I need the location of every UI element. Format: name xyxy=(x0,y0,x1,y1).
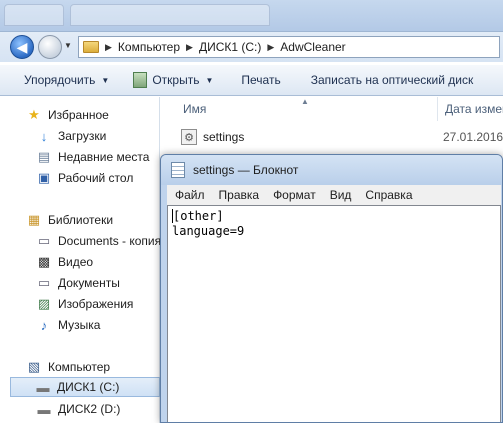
menu-format[interactable]: Формат xyxy=(273,188,316,202)
nav-disk2-label: ДИСК2 (D:) xyxy=(58,402,121,416)
chevron-down-icon: ▼ xyxy=(205,75,214,85)
address-bar[interactable]: ▶ Компьютер ▶ ДИСК1 (C:) ▶ AdwCleaner xyxy=(78,36,500,58)
back-arrow-icon: ◀ xyxy=(16,38,28,55)
notepad-title-bar[interactable]: settings — Блокнот xyxy=(161,155,502,185)
computer-icon: ▧ xyxy=(27,359,41,374)
forward-button[interactable] xyxy=(38,35,62,59)
chevron-right-icon[interactable]: ▶ xyxy=(186,42,193,53)
open-button[interactable]: Открыть ▼ xyxy=(133,72,213,88)
navigation-pane: ★ Избранное ↓ Загрузки ▤ Недавние места … xyxy=(0,97,161,423)
notepad-icon xyxy=(171,162,185,178)
burn-label: Записать на оптический диск xyxy=(310,73,474,87)
history-dropdown-icon[interactable]: ▼ xyxy=(64,41,72,50)
document-icon: ▭ xyxy=(37,275,51,290)
file-row[interactable]: ⚙ settings xyxy=(181,127,244,147)
nav-libraries-label: Библиотеки xyxy=(48,213,114,227)
nav-desktop[interactable]: ▣ Рабочий стол xyxy=(36,168,133,188)
nav-video-label: Видео xyxy=(58,255,94,269)
chevron-right-icon[interactable]: ▶ xyxy=(267,42,274,53)
breadcrumb-disk1[interactable]: ДИСК1 (C:) xyxy=(199,40,261,54)
nav-documents-copy[interactable]: ▭ Documents - копия xyxy=(36,231,161,251)
nav-favorites-label: Избранное xyxy=(48,108,109,122)
nav-images[interactable]: ▨ Изображения xyxy=(36,294,134,314)
chevron-down-icon: ▼ xyxy=(101,75,110,85)
video-icon: ▩ xyxy=(37,254,51,269)
nav-computer-label: Компьютер xyxy=(48,360,111,374)
downloads-icon: ↓ xyxy=(40,128,48,144)
file-date: 27.01.2016 1 xyxy=(443,130,503,144)
file-name: settings xyxy=(203,130,245,144)
back-button[interactable]: ◀ xyxy=(10,35,34,59)
nav-disk2[interactable]: ▬ ДИСК2 (D:) xyxy=(36,399,121,419)
nav-downloads-label: Загрузки xyxy=(58,129,107,143)
nav-disk1[interactable]: ▬ ДИСК1 (C:) xyxy=(10,377,160,397)
settings-file-icon: ⚙ xyxy=(181,129,197,145)
background-tab[interactable] xyxy=(70,4,270,26)
nav-libraries[interactable]: ▦ Библиотеки xyxy=(26,210,113,230)
menu-edit[interactable]: Правка xyxy=(219,188,260,202)
organize-label: Упорядочить xyxy=(24,73,96,87)
nav-music[interactable]: ♪ Музыка xyxy=(36,315,101,335)
desktop-icon: ▣ xyxy=(37,170,51,185)
recent-places-icon: ▤ xyxy=(37,149,51,164)
title-bar xyxy=(0,0,503,32)
breadcrumb-computer[interactable]: Компьютер xyxy=(118,40,180,54)
nav-documents-copy-label: Documents - копия xyxy=(58,234,162,248)
folder-icon xyxy=(83,41,99,53)
breadcrumb-adwcleaner[interactable]: AdwCleaner xyxy=(280,40,345,54)
menu-help[interactable]: Справка xyxy=(365,188,412,202)
menu-view[interactable]: Вид xyxy=(330,188,352,202)
burn-button[interactable]: Записать на оптический диск xyxy=(311,73,474,87)
nav-recent[interactable]: ▤ Недавние места xyxy=(36,147,150,167)
column-divider[interactable] xyxy=(437,97,438,121)
nav-desktop-label: Рабочий стол xyxy=(58,171,134,185)
print-button[interactable]: Печать xyxy=(241,73,280,87)
star-icon: ★ xyxy=(28,107,40,122)
menu-file[interactable]: Файл xyxy=(175,188,205,202)
command-toolbar: Упорядочить ▼ Открыть ▼ Печать Записать … xyxy=(0,64,503,96)
chevron-right-icon[interactable]: ▶ xyxy=(105,42,112,53)
nav-documents-label: Документы xyxy=(58,276,120,290)
nav-favorites[interactable]: ★ Избранное xyxy=(26,105,109,125)
column-header-name[interactable]: Имя xyxy=(183,97,433,121)
images-icon: ▨ xyxy=(37,296,51,311)
nav-disk1-label: ДИСК1 (C:) xyxy=(57,380,120,394)
nav-computer[interactable]: ▧ Компьютер xyxy=(26,357,110,377)
nav-video[interactable]: ▩ Видео xyxy=(36,252,93,272)
open-icon xyxy=(133,72,148,88)
print-label: Печать xyxy=(241,73,281,87)
document-icon: ▭ xyxy=(37,233,51,248)
column-header-date[interactable]: Дата измен xyxy=(445,97,503,121)
nav-recent-label: Недавние места xyxy=(58,150,150,164)
drive-icon: ▬ xyxy=(37,401,51,417)
nav-downloads[interactable]: ↓ Загрузки xyxy=(36,126,107,146)
nav-documents[interactable]: ▭ Документы xyxy=(36,273,120,293)
text-line: language=9 xyxy=(172,224,245,238)
background-tab[interactable] xyxy=(4,4,64,26)
notepad-title: settings — Блокнот xyxy=(193,163,299,177)
notepad-menu-bar: Файл Правка Формат Вид Справка xyxy=(167,185,501,205)
music-icon: ♪ xyxy=(40,317,48,333)
organize-button[interactable]: Упорядочить ▼ xyxy=(24,73,109,87)
notepad-window[interactable]: settings — Блокнот Файл Правка Формат Ви… xyxy=(160,154,503,423)
nav-music-label: Музыка xyxy=(58,318,101,332)
open-label: Открыть xyxy=(152,73,200,87)
notepad-text-area[interactable]: [other] language=9 xyxy=(167,205,501,422)
text-line-content: [other] xyxy=(173,209,224,223)
text-line: [other] xyxy=(172,209,496,224)
nav-images-label: Изображения xyxy=(58,297,134,311)
libraries-icon: ▦ xyxy=(27,212,41,227)
drive-icon: ▬ xyxy=(36,379,50,395)
